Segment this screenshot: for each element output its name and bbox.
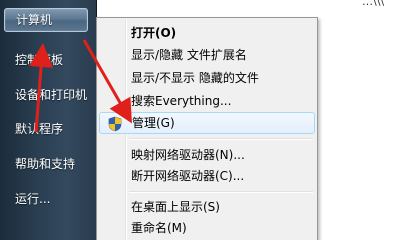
start-item-devices-printers[interactable]: 设备和打印机 [4, 83, 88, 107]
menu-item-toggle-hidden-files[interactable]: 显示/不显示 隐藏的文件 [99, 67, 315, 89]
menu-item-open[interactable]: 打开(O) [99, 22, 315, 44]
context-menu: 打开(O) 显示/隐藏 文件扩展名 显示/不显示 隐藏的文件 搜索Everyth… [96, 17, 318, 240]
menu-item-rename[interactable]: 重命名(M) [99, 217, 315, 239]
menu-item-map-network-drive[interactable]: 映射网络驱动器(N)... [99, 144, 315, 166]
menu-item-toggle-extensions[interactable]: 显示/隐藏 文件扩展名 [99, 44, 315, 66]
start-item-run[interactable]: 运行... [4, 187, 88, 211]
menu-item-show-on-desktop[interactable]: 在桌面上显示(S) [99, 196, 315, 218]
menu-item-search-everything[interactable]: 搜索Everything... [99, 90, 315, 112]
menu-separator [129, 138, 313, 140]
uac-shield-icon [108, 116, 122, 132]
menu-item-manage-label: 管理(G) [132, 116, 175, 130]
start-item-default-programs[interactable]: 默认程序 [4, 117, 88, 141]
menu-item-manage[interactable]: 管理(G) [99, 112, 315, 134]
start-item-help-support[interactable]: 帮助和支持 [4, 152, 88, 176]
start-item-computer[interactable]: 计算机 [4, 8, 88, 32]
menu-item-disconnect-network-drive[interactable]: 断开网络驱动器(C)... [99, 165, 315, 187]
start-item-control-panel[interactable]: 控制面板 [4, 48, 88, 72]
corner-text: …\\\ [362, 0, 385, 8]
menu-separator [129, 191, 313, 193]
start-menu-pane: 计算机 控制面板 设备和打印机 默认程序 帮助和支持 运行... [0, 0, 97, 240]
screenshot-stage: …\\\ 计算机 控制面板 设备和打印机 默认程序 帮助和支持 运行... 打开… [0, 0, 406, 240]
